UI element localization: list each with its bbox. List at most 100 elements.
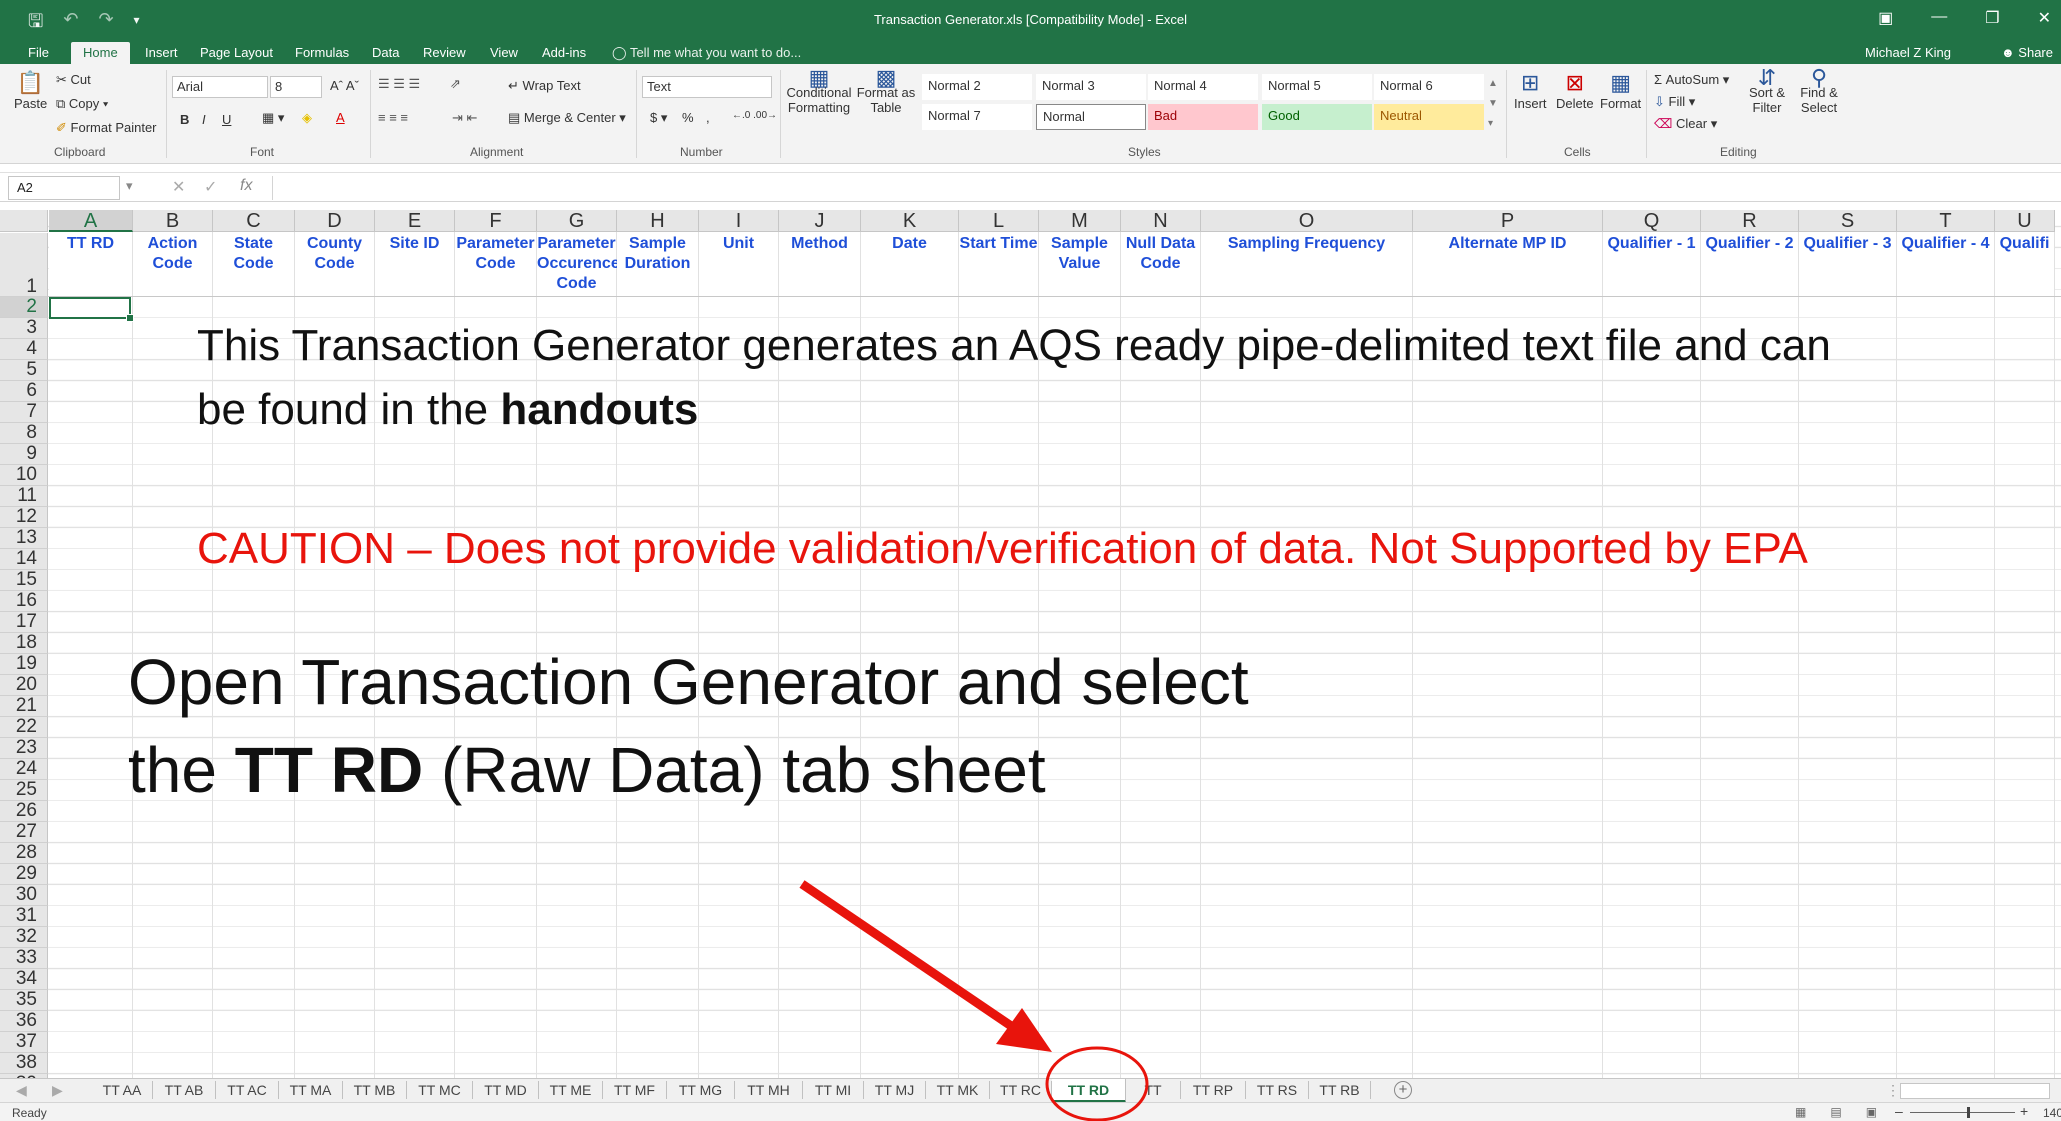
row-header-15[interactable]: 15 (0, 570, 48, 591)
header-cell-h1[interactable]: Sample Duration (617, 233, 698, 296)
row-header-10[interactable]: 10 (0, 465, 48, 486)
sheet-tab-tt-mj[interactable]: TT MJ (864, 1081, 926, 1099)
sheet-tab-tt-ab[interactable]: TT AB (153, 1081, 216, 1099)
row-header-16[interactable]: 16 (0, 591, 48, 612)
selected-cell-a2[interactable] (49, 297, 134, 322)
row-header-5[interactable]: 5 (0, 360, 48, 381)
zoom-slider-knob[interactable] (1967, 1107, 1970, 1118)
style-normal-2[interactable]: Normal 2 (922, 74, 1032, 100)
row-header-18[interactable]: 18 (0, 633, 48, 654)
zoom-out-icon[interactable]: – (1895, 1103, 1903, 1119)
cancel-icon[interactable]: ✕ (172, 177, 185, 197)
column-header-h[interactable]: H (617, 210, 699, 232)
user-name[interactable]: Michael Z King (1865, 45, 1951, 60)
column-header-e[interactable]: E (375, 210, 455, 232)
header-cell-d1[interactable]: County Code (295, 233, 374, 296)
header-cell-i1[interactable]: Unit (699, 233, 778, 296)
column-header-p[interactable]: P (1413, 210, 1603, 232)
row-header-34[interactable]: 34 (0, 969, 48, 990)
merge-center-button[interactable]: ▤ Merge & Center ▾ (508, 110, 626, 126)
row-header-35[interactable]: 35 (0, 990, 48, 1011)
clear-button[interactable]: ⌫ Clear ▾ (1654, 116, 1717, 132)
column-header-t[interactable]: T (1897, 210, 1995, 232)
header-cell-j1[interactable]: Method (779, 233, 860, 296)
share-button[interactable]: ☻ Share (2001, 45, 2053, 60)
tab-file[interactable]: File (28, 45, 49, 60)
row-header-12[interactable]: 12 (0, 507, 48, 528)
row-header-11[interactable]: 11 (0, 486, 48, 507)
tab-data[interactable]: Data (372, 45, 399, 60)
row-header-36[interactable]: 36 (0, 1011, 48, 1032)
row-header-2[interactable]: 2 (0, 297, 48, 318)
tab-view[interactable]: View (490, 45, 518, 60)
header-cell-q1[interactable]: Qualifier - 1 (1603, 233, 1700, 296)
header-cell-u1[interactable]: Qualifi (1995, 233, 2054, 296)
column-header-r[interactable]: R (1701, 210, 1799, 232)
horizontal-scrollbar[interactable] (1900, 1083, 2050, 1099)
column-header-i[interactable]: I (699, 210, 779, 232)
copy-button[interactable]: ⧉ Copy ▾ (56, 96, 108, 112)
row-header-38[interactable]: 38 (0, 1053, 48, 1074)
underline-button[interactable]: U (222, 112, 231, 127)
grow-font-icon[interactable]: Aˆ Aˇ (330, 78, 359, 93)
header-cell-s1[interactable]: Qualifier - 3 (1799, 233, 1896, 296)
column-header-k[interactable]: K (861, 210, 959, 232)
row-header-23[interactable]: 23 (0, 738, 48, 759)
row-header-26[interactable]: 26 (0, 801, 48, 822)
row-header-7[interactable]: 7 (0, 402, 48, 423)
vertical-align-icons[interactable]: ☰ ☰ ☰ (378, 76, 420, 92)
zoom-in-icon[interactable]: + (2020, 1103, 2028, 1119)
sheet-tab-tt-rc[interactable]: TT RC (990, 1081, 1052, 1099)
comma-button[interactable]: , (706, 110, 710, 125)
header-cell-l1[interactable]: Start Time (959, 233, 1038, 296)
row-header-20[interactable]: 20 (0, 675, 48, 696)
minimize-icon[interactable]: — (1931, 8, 1947, 28)
row-header-13[interactable]: 13 (0, 528, 48, 549)
decimal-icons[interactable]: ←.0 .00→ (732, 110, 777, 121)
sheet-tab-tt-ac[interactable]: TT AC (216, 1081, 279, 1099)
style-normal[interactable]: Normal (1036, 104, 1146, 130)
header-cell-b1[interactable]: Action Code (133, 233, 212, 296)
row-header-37[interactable]: 37 (0, 1032, 48, 1053)
insert-cells-button[interactable]: ⊞ Insert (1514, 70, 1547, 111)
sheet-tab-tt-rd[interactable]: TT RD (1052, 1079, 1126, 1103)
wrap-text-button[interactable]: ↵ Wrap Text (508, 78, 581, 94)
currency-button[interactable]: $ ▾ (650, 110, 667, 126)
sheet-tab-tt-mi[interactable]: TT MI (803, 1081, 864, 1099)
header-cell-k1[interactable]: Date (861, 233, 958, 296)
column-header-s[interactable]: S (1799, 210, 1897, 232)
column-header-g[interactable]: G (537, 210, 617, 232)
row-header-9[interactable]: 9 (0, 444, 48, 465)
row-header-4[interactable]: 4 (0, 339, 48, 360)
number-format-select[interactable]: Text (642, 76, 772, 98)
row-header-33[interactable]: 33 (0, 948, 48, 969)
fill-color-icon[interactable]: ◈ (302, 110, 312, 126)
fill-button[interactable]: ⇩ Fill ▾ (1654, 94, 1695, 110)
sheet-tab-tt-ma[interactable]: TT MA (279, 1081, 343, 1099)
format-cells-button[interactable]: ▦ Format (1600, 70, 1641, 111)
column-header-f[interactable]: F (455, 210, 537, 232)
column-header-c[interactable]: C (213, 210, 295, 232)
font-name-select[interactable]: Arial (172, 76, 268, 98)
style-normal-4[interactable]: Normal 4 (1148, 74, 1258, 100)
close-icon[interactable]: ✕ (2038, 8, 2051, 28)
percent-button[interactable]: % (682, 110, 694, 125)
header-cell-m1[interactable]: Sample Value (1039, 233, 1120, 296)
row-header-14[interactable]: 14 (0, 549, 48, 570)
header-cell-a1[interactable]: TT RD (49, 233, 132, 296)
normal-view-icon[interactable]: ▦ (1795, 1105, 1806, 1119)
tab-home[interactable]: Home (71, 42, 130, 64)
column-header-a[interactable]: A (49, 210, 133, 232)
header-cell-c1[interactable]: State Code (213, 233, 294, 296)
enter-icon[interactable]: ✓ (204, 177, 217, 197)
italic-button[interactable]: I (202, 112, 206, 127)
fx-icon[interactable]: fx (240, 177, 252, 195)
paste-button[interactable]: 📋 Paste (14, 70, 47, 111)
font-size-select[interactable]: 8 (270, 76, 322, 98)
tab-page-layout[interactable]: Page Layout (200, 45, 273, 60)
font-color-icon[interactable]: A (336, 110, 345, 125)
row-header-8[interactable]: 8 (0, 423, 48, 444)
header-cell-p1[interactable]: Alternate MP ID (1413, 233, 1602, 296)
row-header-27[interactable]: 27 (0, 822, 48, 843)
row-header-29[interactable]: 29 (0, 864, 48, 885)
